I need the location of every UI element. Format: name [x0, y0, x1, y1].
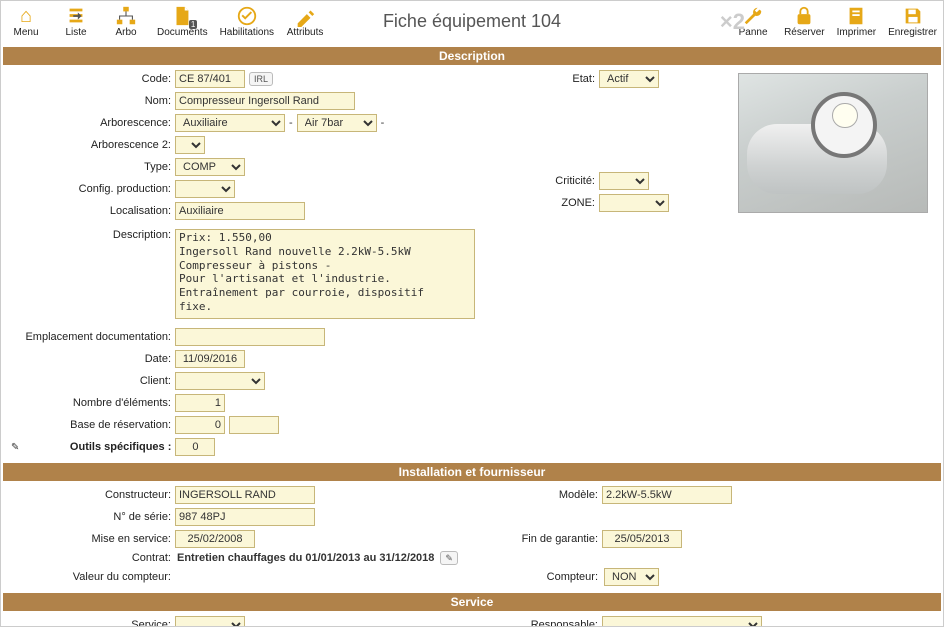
- code-input[interactable]: [175, 70, 245, 88]
- menu-label: Menu: [13, 27, 38, 38]
- outils-specifiques-input[interactable]: [175, 438, 215, 456]
- section-service-title: Service: [451, 595, 494, 609]
- emplacement-doc-input[interactable]: [175, 328, 325, 346]
- date-input[interactable]: [175, 350, 245, 368]
- label-responsable: Responsable:: [478, 619, 598, 626]
- nom-input[interactable]: [175, 92, 355, 110]
- documents-button[interactable]: 1 Documents: [157, 5, 208, 38]
- base-reservation-input[interactable]: [175, 416, 225, 434]
- service-select[interactable]: [175, 616, 245, 626]
- client-select[interactable]: [175, 372, 265, 390]
- documents-badge: 1: [189, 20, 197, 29]
- arbo-button[interactable]: Arbo: [107, 5, 145, 38]
- label-compteur: Compteur:: [478, 571, 598, 583]
- section-description-header: Description: [3, 47, 941, 65]
- description-textarea[interactable]: Prix: 1.550,00 Ingersoll Rand nouvelle 2…: [175, 229, 475, 319]
- section-service-header: Service: [3, 593, 941, 611]
- tree-icon: [115, 5, 137, 27]
- arbo-label: Arbo: [115, 27, 136, 38]
- label-base-reservation: Base de réservation:: [11, 419, 171, 431]
- attributs-label: Attributs: [287, 27, 324, 38]
- habilitations-icon: [236, 5, 258, 27]
- section-description-title: Description: [439, 49, 505, 63]
- label-fin-garantie: Fin de garantie:: [478, 533, 598, 545]
- lock-icon: [793, 5, 815, 27]
- imprimer-label: Imprimer: [837, 27, 876, 38]
- criticite-select[interactable]: [599, 172, 649, 190]
- label-constructeur: Constructeur:: [11, 489, 171, 501]
- page-title: Fiche équipement 104: [383, 11, 561, 32]
- label-zone: ZONE:: [485, 197, 595, 209]
- list-icon: [65, 5, 87, 27]
- localisation-input[interactable]: [175, 202, 305, 220]
- type-select[interactable]: COMP: [175, 158, 245, 176]
- documents-icon: 1: [171, 5, 193, 27]
- imprimer-button[interactable]: Imprimer: [837, 5, 876, 38]
- liste-button[interactable]: Liste: [57, 5, 95, 38]
- label-outils-specifiques: Outils spécifiques :: [23, 441, 171, 453]
- label-etat: Etat:: [485, 73, 595, 85]
- liste-label: Liste: [65, 27, 86, 38]
- enregistrer-label: Enregistrer: [888, 27, 937, 38]
- nb-elements-input[interactable]: [175, 394, 225, 412]
- label-date: Date:: [11, 353, 171, 365]
- label-criticite: Criticité:: [485, 175, 595, 187]
- config-prod-select[interactable]: [175, 180, 235, 198]
- label-localisation: Localisation:: [11, 205, 171, 217]
- label-mise-service: Mise en service:: [11, 533, 171, 545]
- label-description: Description:: [11, 229, 171, 241]
- fin-garantie-input[interactable]: [602, 530, 682, 548]
- zone-select[interactable]: [599, 194, 669, 212]
- x2-indicator: ×2: [720, 9, 745, 35]
- responsable-select[interactable]: [602, 616, 762, 626]
- attributs-icon: [294, 5, 316, 27]
- reserver-label: Réserver: [784, 27, 825, 38]
- mise-service-input[interactable]: [175, 530, 255, 548]
- enregistrer-button[interactable]: Enregistrer: [888, 5, 937, 38]
- label-modele: Modèle:: [478, 489, 598, 501]
- label-num-serie: N° de série:: [11, 511, 171, 523]
- label-code: Code:: [11, 73, 171, 85]
- num-serie-input[interactable]: [175, 508, 315, 526]
- section-installation-title: Installation et fournisseur: [399, 465, 546, 479]
- home-icon: ⌂: [15, 5, 37, 27]
- modele-input[interactable]: [602, 486, 732, 504]
- label-service: Service:: [11, 619, 171, 626]
- base-reservation-unit: [229, 416, 279, 434]
- pencil-icon: ✎: [11, 442, 19, 453]
- label-client: Client:: [11, 375, 171, 387]
- arbo2-select[interactable]: [175, 136, 205, 154]
- etat-select[interactable]: Actif: [599, 70, 659, 88]
- section-installation-header: Installation et fournisseur: [3, 463, 941, 481]
- contrat-edit-button[interactable]: ✎: [440, 551, 458, 565]
- label-arbo2: Arborescence 2:: [11, 139, 171, 151]
- label-nb-elements: Nombre d'éléments:: [11, 397, 171, 409]
- label-valeur-compteur: Valeur du compteur:: [11, 571, 171, 583]
- label-nom: Nom:: [11, 95, 171, 107]
- wrench-icon: [742, 5, 764, 27]
- label-type: Type:: [11, 161, 171, 173]
- arbo-select-1[interactable]: Auxiliaire: [175, 114, 285, 132]
- attributs-button[interactable]: Attributs: [286, 5, 324, 38]
- equipment-photo: [738, 73, 928, 213]
- label-contrat: Contrat:: [11, 552, 171, 564]
- contrat-value: Entretien chauffages du 01/01/2013 au 31…: [177, 552, 434, 564]
- label-emplacement-doc: Emplacement documentation:: [11, 331, 171, 343]
- compteur-select[interactable]: NON: [604, 568, 659, 586]
- reserver-button[interactable]: Réserver: [784, 5, 825, 38]
- print-icon: [845, 5, 867, 27]
- code-tag-button[interactable]: IRL: [249, 72, 273, 86]
- main-toolbar: ⌂ Menu Liste Arbo 1 Documents: [1, 1, 943, 45]
- constructeur-input[interactable]: [175, 486, 315, 504]
- documents-label: Documents: [157, 27, 208, 38]
- label-arbo: Arborescence:: [11, 117, 171, 129]
- save-icon: [902, 5, 924, 27]
- habilitations-label: Habilitations: [220, 27, 274, 38]
- arbo-select-2[interactable]: Air 7bar: [297, 114, 377, 132]
- label-config-prod: Config. production:: [11, 183, 171, 195]
- habilitations-button[interactable]: Habilitations: [220, 5, 274, 38]
- menu-button[interactable]: ⌂ Menu: [7, 5, 45, 38]
